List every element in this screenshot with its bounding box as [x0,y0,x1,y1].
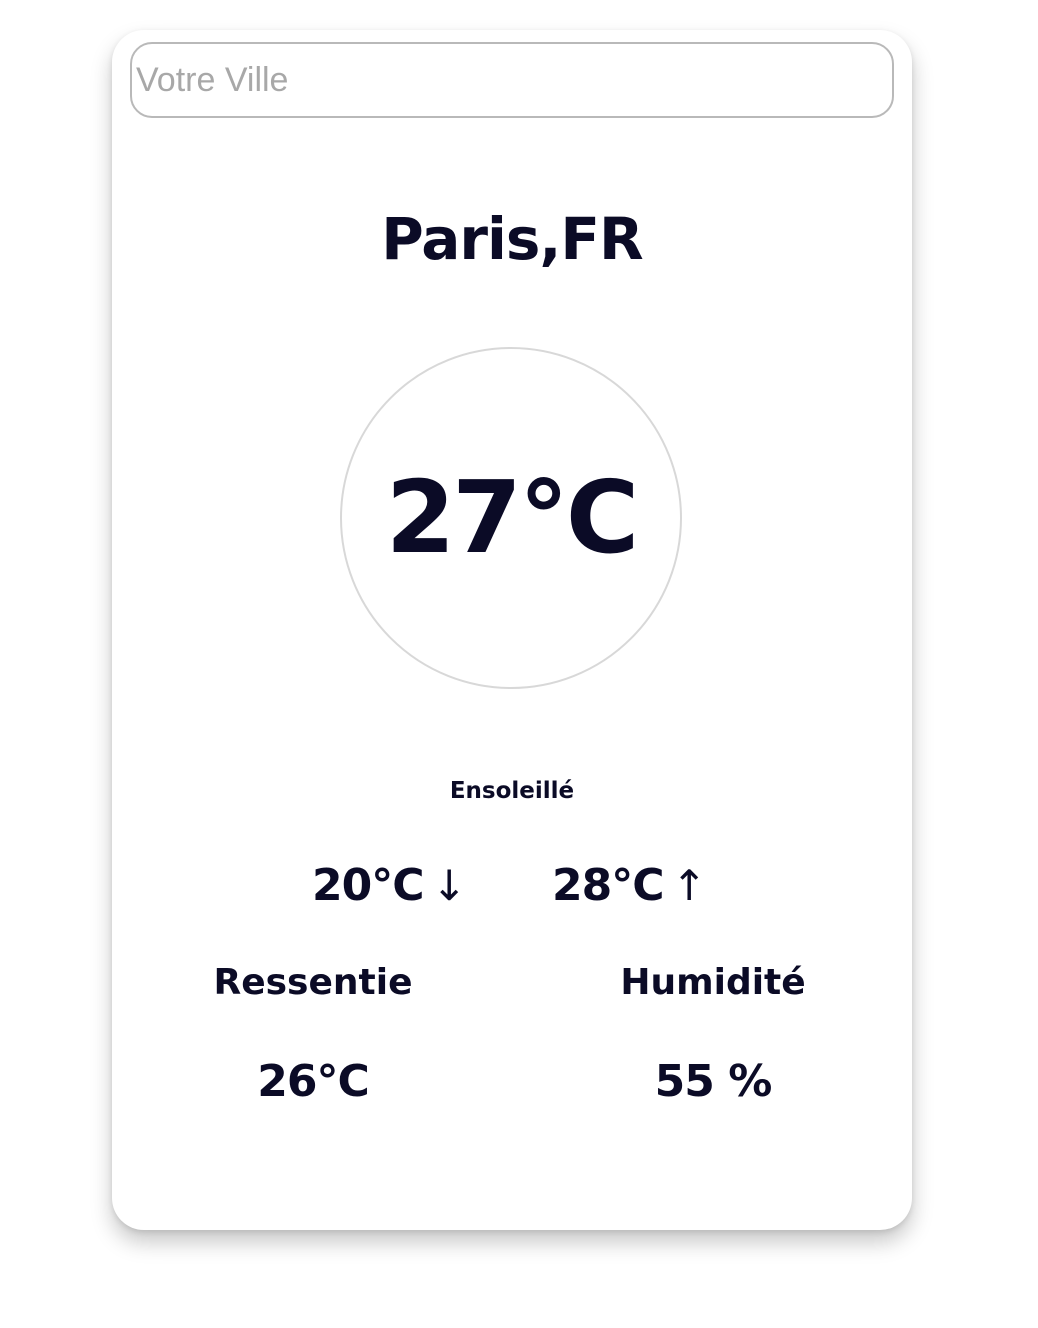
feels-like-label: Ressentie [213,962,413,1003]
humidity-value: 55 % [654,1056,773,1107]
max-temperature: 28°C ↑ [552,860,707,911]
humidity-label: Humidité [620,962,806,1003]
arrow-down-icon: ↓ [431,861,467,910]
feels-like-value: 26°C [257,1056,370,1107]
weather-condition: Ensoleillé [449,778,575,804]
city-name: Paris,FR [381,205,643,273]
min-temperature: 20°C ↓ [312,860,467,911]
temperature-circle: 27°C [340,347,682,689]
arrow-up-icon: ↑ [671,861,707,910]
max-temperature-value: 28°C [552,860,665,911]
min-temperature-value: 20°C [312,860,425,911]
current-temperature: 27°C [385,459,640,576]
city-search-input[interactable] [130,42,894,118]
weather-card: Paris,FR 27°C Ensoleillé 20°C ↓ 28°C ↑ R… [112,30,912,1230]
